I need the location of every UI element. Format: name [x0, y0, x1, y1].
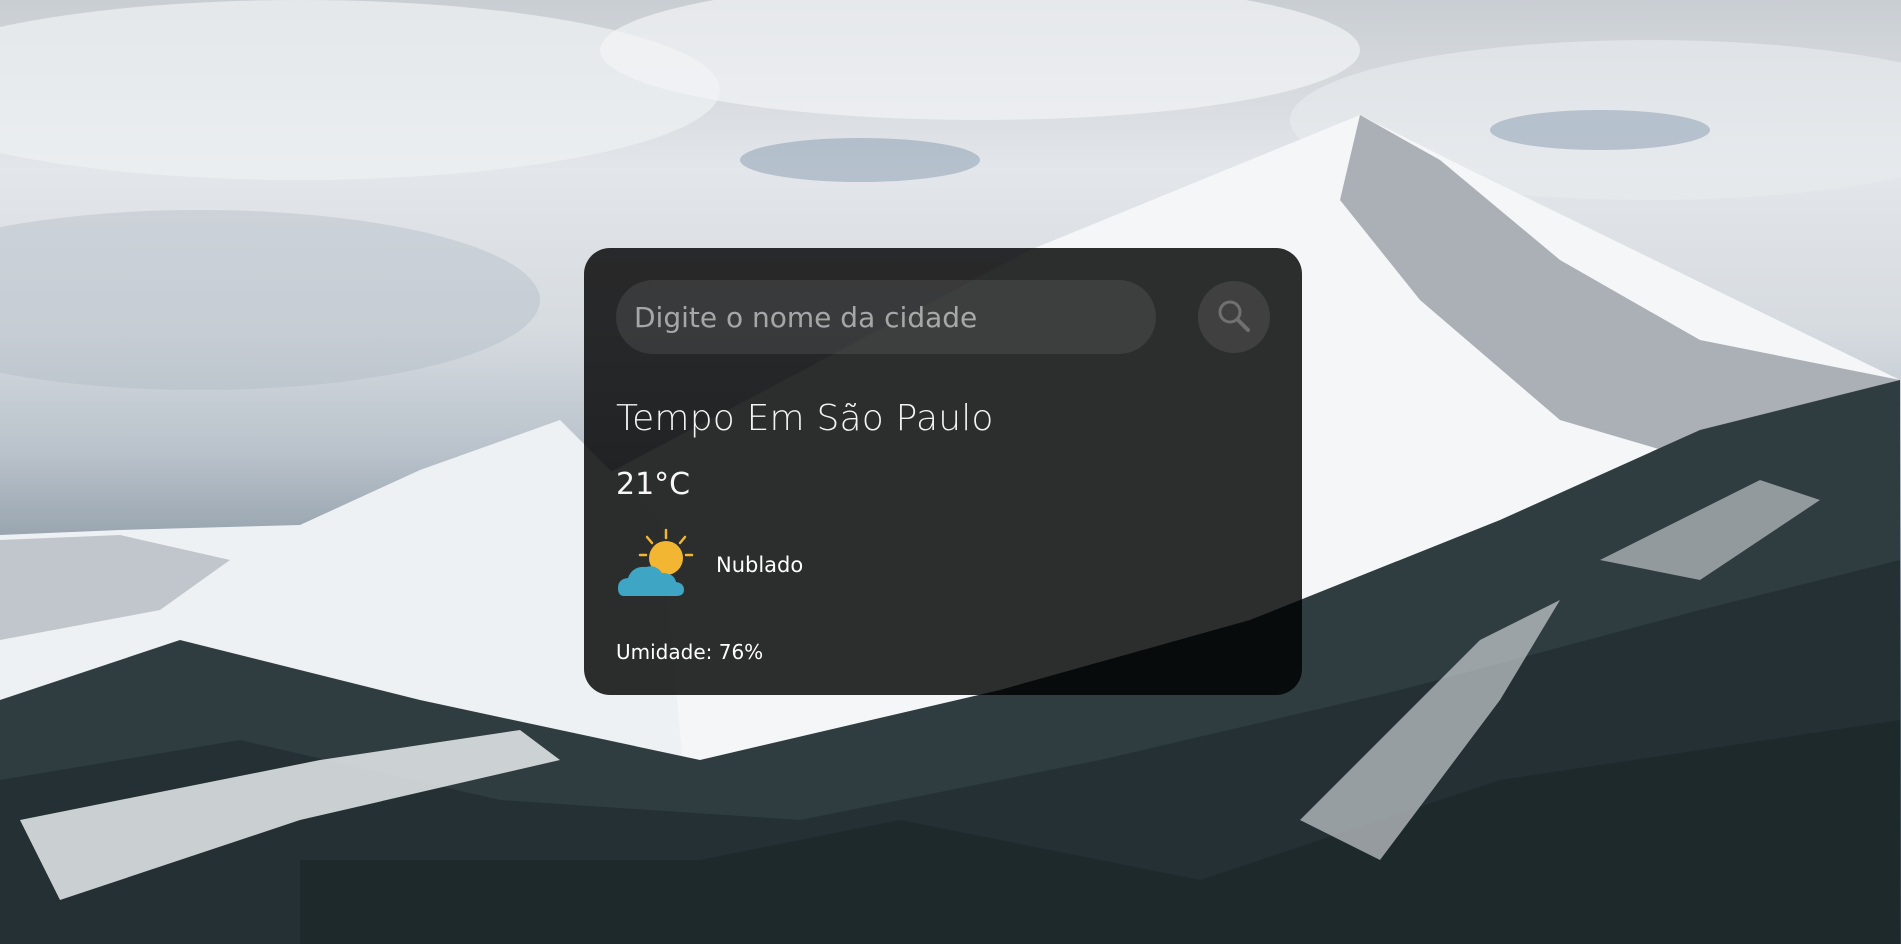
search-bar	[616, 280, 1270, 354]
humidity: Umidade: 76%	[616, 640, 764, 664]
search-icon	[1217, 299, 1251, 336]
search-input[interactable]	[616, 280, 1157, 354]
weather-card: Tempo Em São Paulo 21°C Nublado Umidade:…	[584, 248, 1302, 695]
temperature: 21°C	[616, 467, 691, 502]
weather-condition: Nublado	[616, 526, 1270, 604]
search-button[interactable]	[1198, 281, 1270, 353]
city-title: Tempo Em São Paulo	[616, 398, 994, 439]
weather-description: Nublado	[716, 553, 804, 577]
partly-cloudy-icon	[616, 526, 698, 604]
